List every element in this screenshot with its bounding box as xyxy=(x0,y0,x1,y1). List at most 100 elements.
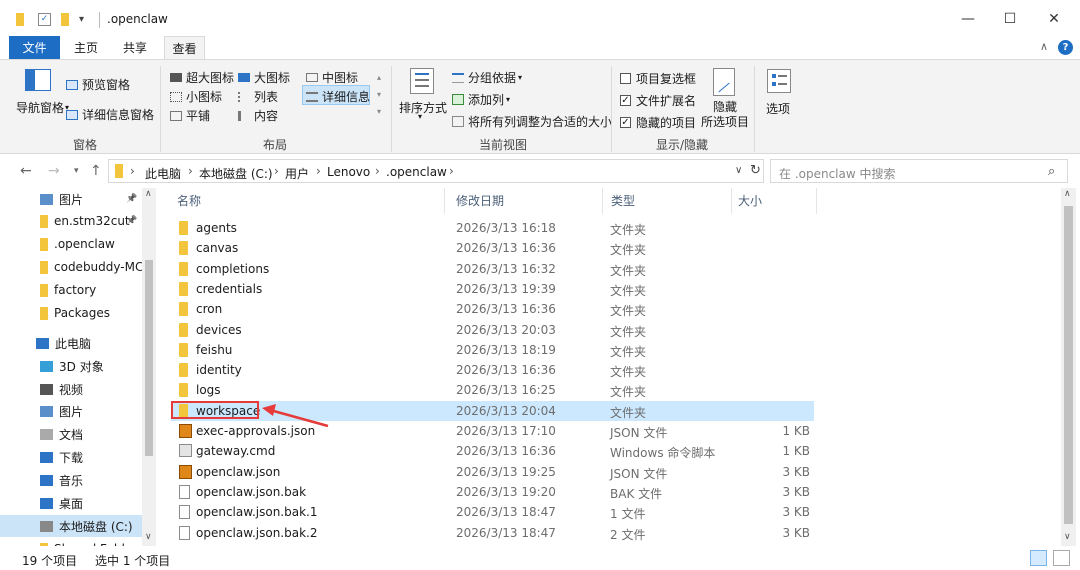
breadcrumb-users[interactable]: 用户 xyxy=(285,165,309,182)
column-header-date[interactable]: 修改日期 xyxy=(456,188,504,214)
layout-content[interactable]: 内容 xyxy=(238,107,278,124)
nav-item[interactable]: 3D 对象 xyxy=(0,355,142,377)
column-header-name[interactable]: 名称 xyxy=(177,188,201,214)
scroll-down-icon[interactable]: ∨ xyxy=(145,532,152,542)
large-icons-view-toggle-icon[interactable] xyxy=(1053,550,1070,566)
file-list-scrollbar[interactable]: ∧ ∨ xyxy=(1061,188,1076,546)
search-box[interactable]: 在 .openclaw 中搜索 ⌕ xyxy=(770,159,1068,183)
table-row[interactable]: cron 2026/3/13 16:36 文件夹 xyxy=(171,299,814,319)
close-button[interactable]: ✕ xyxy=(1039,8,1069,30)
column-header-type[interactable]: 类型 xyxy=(611,188,635,214)
nav-item[interactable]: Packages xyxy=(0,302,142,324)
nav-item[interactable]: 下载 xyxy=(0,446,142,468)
table-row[interactable]: feishu 2026/3/13 18:19 文件夹 xyxy=(171,340,814,360)
options-icon xyxy=(767,69,791,93)
table-row[interactable]: openclaw.json.bak 2026/3/13 19:20 BAK 文件 3 … xyxy=(171,482,814,502)
scroll-down-icon[interactable]: ∨ xyxy=(1064,532,1071,542)
nav-item[interactable]: en.stm32cut 📌 xyxy=(0,210,142,232)
recent-locations-chevron-icon[interactable]: ▾ xyxy=(74,166,79,176)
layout-scroll[interactable]: ▴ ▾ ▾ xyxy=(373,69,385,121)
column-divider[interactable] xyxy=(602,188,603,214)
tab-share[interactable]: 共享 xyxy=(114,36,156,60)
preview-pane-button[interactable]: 预览窗格 xyxy=(66,76,130,93)
customize-toolbar-chevron-icon[interactable]: ▾ xyxy=(79,14,84,25)
table-row[interactable]: openclaw.json.bak.1 2026/3/13 18:47 1 文件 3 … xyxy=(171,502,814,522)
help-icon[interactable]: ? xyxy=(1058,40,1073,55)
file-type: 文件夹 xyxy=(610,304,647,319)
tab-file[interactable]: 文件 xyxy=(9,36,60,60)
table-row[interactable]: devices 2026/3/13 20:03 文件夹 xyxy=(171,320,814,340)
column-divider[interactable] xyxy=(816,188,817,214)
file-modified-date: 2026/3/13 18:47 xyxy=(456,505,556,520)
table-row[interactable]: gateway.cmd 2026/3/13 16:36 Windows 命令脚本 1 … xyxy=(171,441,814,461)
column-divider[interactable] xyxy=(444,188,445,214)
hide-selected-items-button[interactable]: 隐藏 所选项目 xyxy=(701,100,749,130)
tab-home[interactable]: 主页 xyxy=(66,36,106,60)
nav-item[interactable]: 视频 xyxy=(0,378,142,400)
nav-item[interactable]: 图片 xyxy=(0,400,142,422)
table-row[interactable]: openclaw.json 2026/3/13 19:25 JSON 文件 3 KB xyxy=(171,462,814,482)
column-header-size[interactable]: 大小 xyxy=(738,188,762,214)
nav-item[interactable]: codebuddy-MC xyxy=(0,256,142,278)
search-icon[interactable]: ⌕ xyxy=(1048,164,1055,179)
breadcrumb-this-pc[interactable]: 此电脑 xyxy=(145,165,181,182)
table-row[interactable]: openclaw.json.bak.2 2026/3/13 18:47 2 文件 3 … xyxy=(171,523,814,543)
collapse-ribbon-chevron-icon[interactable]: ∧ xyxy=(1040,40,1048,53)
sort-by-button[interactable]: 排序方式 xyxy=(399,99,447,116)
nav-item[interactable]: factory xyxy=(0,279,142,301)
table-row[interactable]: canvas 2026/3/13 16:36 文件夹 xyxy=(171,238,814,258)
nav-item[interactable]: Shared Folders xyxy=(0,538,142,546)
file-extensions-toggle[interactable]: ✓ 文件扩展名 xyxy=(620,92,696,109)
layout-tiles[interactable]: 平铺 xyxy=(170,107,210,124)
search-input[interactable]: 在 .openclaw 中搜索 xyxy=(779,165,896,182)
refresh-icon[interactable]: ↻ xyxy=(750,163,761,178)
nav-item[interactable]: 本地磁盘 (C:) xyxy=(0,515,142,537)
scroll-up-icon[interactable]: ∧ xyxy=(145,189,152,199)
minimize-button[interactable]: — xyxy=(953,8,983,30)
size-all-columns-button[interactable]: 将所有列调整为合适的大小 xyxy=(452,113,612,130)
address-history-chevron-icon[interactable]: ∨ xyxy=(735,165,742,176)
layout-details[interactable]: 详细信息 xyxy=(306,88,370,105)
column-divider[interactable] xyxy=(731,188,732,214)
maximize-button[interactable]: ☐ xyxy=(995,8,1025,30)
nav-item[interactable]: 桌面 xyxy=(0,492,142,514)
scroll-up-icon[interactable]: ∧ xyxy=(1064,189,1071,199)
options-button[interactable]: 选项 xyxy=(766,100,790,117)
hidden-items-toggle[interactable]: ✓ 隐藏的项目 xyxy=(620,114,696,131)
details-view-toggle-icon[interactable] xyxy=(1030,550,1047,566)
add-columns-button[interactable]: 添加列 ▾ xyxy=(452,91,510,108)
forward-arrow-icon[interactable]: → xyxy=(48,163,60,179)
table-row[interactable]: logs 2026/3/13 16:25 文件夹 xyxy=(171,380,814,400)
item-checkboxes-toggle[interactable]: 项目复选框 xyxy=(620,70,696,87)
table-row[interactable]: completions 2026/3/13 16:32 文件夹 xyxy=(171,259,814,279)
layout-list[interactable]: 列表 xyxy=(238,88,278,105)
breadcrumb-openclaw[interactable]: .openclaw xyxy=(386,165,447,179)
nav-item[interactable]: 图片 📌 xyxy=(0,188,142,210)
table-row[interactable]: identity 2026/3/13 16:36 文件夹 xyxy=(171,360,814,380)
layout-small-icons[interactable]: 小图标 xyxy=(170,88,222,105)
layout-large-icons[interactable]: 大图标 xyxy=(238,69,290,86)
nav-pane-scroll-thumb[interactable] xyxy=(145,260,153,456)
address-box[interactable]: › 此电脑 › 本地磁盘 (C:) › 用户 › Lenovo › .openc… xyxy=(108,159,764,183)
table-row[interactable]: agents 2026/3/13 16:18 文件夹 xyxy=(171,218,814,238)
new-folder-icon[interactable] xyxy=(61,12,69,26)
layout-item-label: 平铺 xyxy=(186,109,211,123)
tab-view[interactable]: 查看 xyxy=(164,36,205,60)
back-arrow-icon[interactable]: ← xyxy=(20,163,32,179)
nav-item[interactable]: 此电脑 xyxy=(0,332,142,354)
file-list-scroll-thumb[interactable] xyxy=(1064,206,1073,524)
nav-item[interactable]: 音乐 xyxy=(0,469,142,491)
details-pane-button[interactable]: 详细信息窗格 xyxy=(66,106,154,123)
layout-extra-large-icons[interactable]: 超大图标 xyxy=(170,69,234,86)
up-arrow-icon[interactable]: ↑ xyxy=(90,163,102,179)
nav-pane-scrollbar[interactable]: ∧ ∨ xyxy=(142,188,156,546)
navigation-pane-button[interactable]: 导航窗格 ▾ xyxy=(16,99,69,116)
properties-icon[interactable]: ✓ xyxy=(38,12,51,26)
table-row[interactable]: credentials 2026/3/13 19:39 文件夹 xyxy=(171,279,814,299)
nav-item[interactable]: .openclaw xyxy=(0,233,142,255)
nav-item[interactable]: 文档 xyxy=(0,423,142,445)
breadcrumb-lenovo[interactable]: Lenovo xyxy=(327,165,370,179)
breadcrumb-local-disk[interactable]: 本地磁盘 (C:) xyxy=(199,165,273,182)
group-by-button[interactable]: 分组依据 ▾ xyxy=(452,69,522,86)
layout-medium-icons[interactable]: 中图标 xyxy=(306,69,358,86)
